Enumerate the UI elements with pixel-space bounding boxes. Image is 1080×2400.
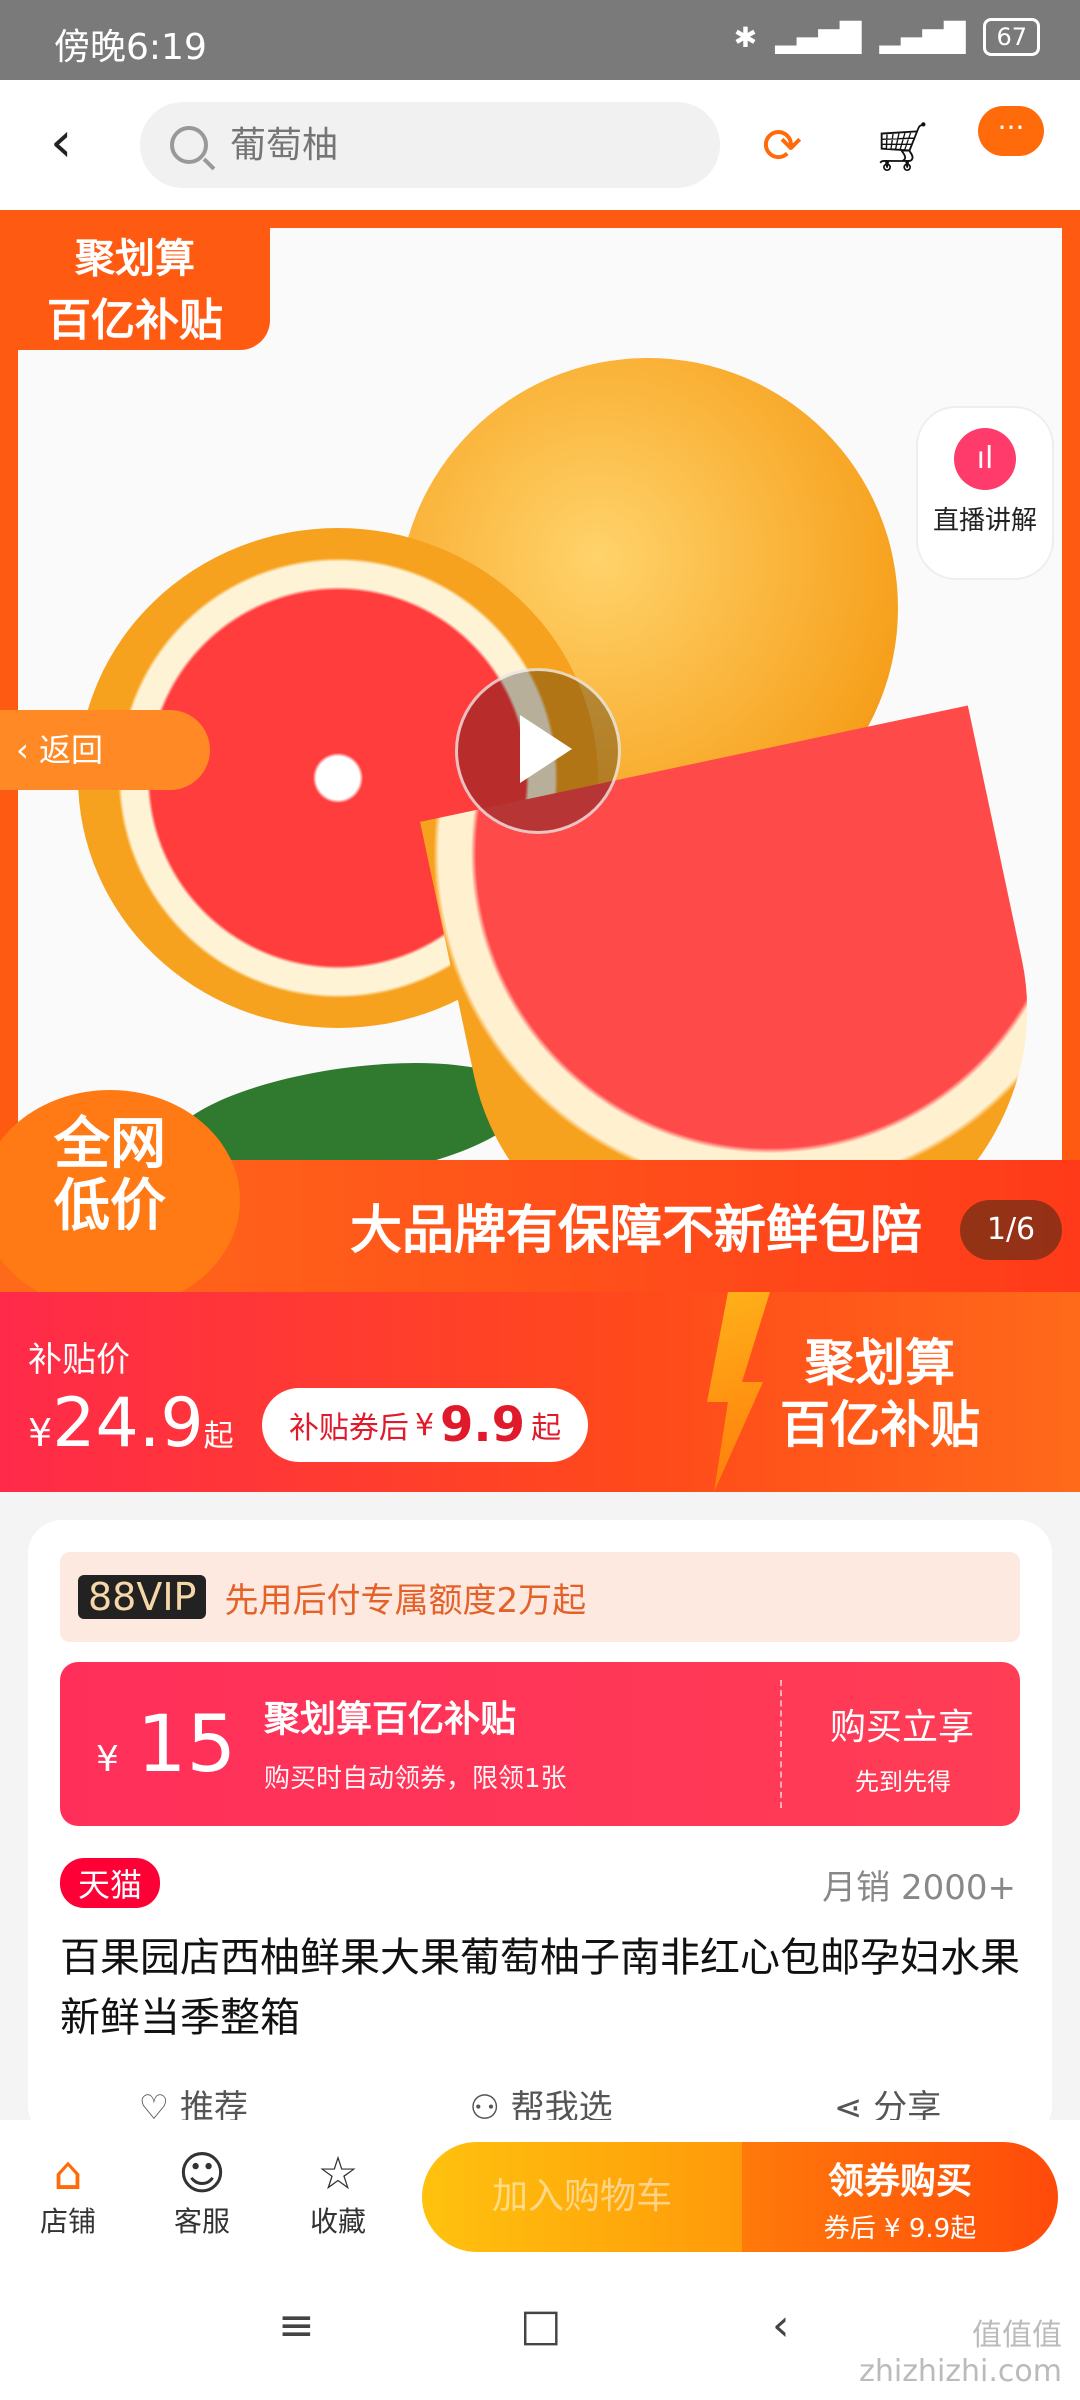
- status-time: 傍晚6:19: [54, 27, 207, 68]
- live-explain-button[interactable]: ıl 直播讲解: [916, 406, 1054, 580]
- subsidy-label: 补贴价: [28, 1340, 130, 1380]
- top-nav: ‹ ⟳ 🛒︎ ···: [0, 80, 1080, 210]
- cart-icon[interactable]: 🛒︎: [872, 118, 933, 175]
- price-value: 24.9: [52, 1384, 204, 1463]
- search-box[interactable]: [140, 102, 720, 188]
- play-video-icon[interactable]: [455, 668, 621, 834]
- return-label: 返回: [38, 731, 103, 769]
- buy-with-coupon-button[interactable]: 领券购买 券后 ¥ 9.9起: [742, 2142, 1058, 2252]
- coupon-title: 聚划算百亿补贴: [264, 1699, 517, 1740]
- shop-button[interactable]: ⌂ 店铺: [18, 2146, 118, 2240]
- subsidy-price: ¥24.9起: [28, 1384, 234, 1463]
- coupon-action-sub: 先到先得: [855, 1768, 951, 1796]
- lowprice-text: 全网 低价: [54, 1112, 166, 1239]
- signal-icon: ▂▄▆█: [775, 20, 862, 54]
- share-refresh-icon[interactable]: ⟳: [762, 118, 802, 174]
- shop-label: 店铺: [39, 2205, 96, 2238]
- coupon-action[interactable]: 购买立享: [830, 1698, 974, 1750]
- chat-icon: ☺: [178, 2146, 226, 2200]
- menu-icon[interactable]: ≡: [278, 2300, 315, 2351]
- live-label: 直播讲解: [932, 506, 1037, 536]
- juhuasuan-badge: 聚划算 百亿补贴: [0, 210, 270, 350]
- monthly-sales: 月销 2000+: [822, 1868, 1016, 1908]
- lightning-icon: [707, 1292, 770, 1492]
- brand-line1: 聚划算: [805, 1334, 955, 1392]
- signal-icon-2: ▂▄▆█: [879, 20, 966, 54]
- product-title: 百果园店西柚鲜果大果葡萄柚子南非红心包邮孕妇水果新鲜当季整箱: [60, 1935, 1020, 2041]
- watermark: 值值值 zhizhizhi.com: [859, 2318, 1062, 2389]
- favorite-label: 收藏: [309, 2205, 366, 2238]
- search-input[interactable]: [228, 123, 652, 167]
- buy-label: 领券购买: [827, 2161, 972, 2202]
- coupon-currency: ¥: [96, 1739, 119, 1780]
- after-coupon-price-pill: 补贴券后 ¥ 9.9 起: [262, 1388, 588, 1462]
- subsidy-price-band: 补贴价 ¥24.9起 补贴券后 ¥ 9.9 起 聚划算 百亿补贴: [0, 1292, 1080, 1492]
- pill-amount: 9.9: [440, 1397, 526, 1453]
- badge-line1: 聚划算: [75, 236, 195, 282]
- back-nav-icon[interactable]: ‹: [772, 2300, 790, 2351]
- home-icon[interactable]: □: [520, 2300, 562, 2351]
- product-gallery[interactable]: 聚划算 百亿补贴 ıl 直播讲解 ‹ 返回 全网 低价 大品牌有保障不新鲜包陪 …: [0, 210, 1080, 1292]
- coupon-desc: 购买时自动领券，限领1张: [264, 1764, 567, 1794]
- vip-text: 先用后付专属额度2万起: [224, 1580, 587, 1621]
- buy-sub-label: 券后 ¥ 9.9起: [823, 2214, 977, 2244]
- add-to-cart-button[interactable]: 加入购物车: [422, 2142, 742, 2252]
- status-bar: 傍晚6:19 ✱ ▂▄▆█ ▂▄▆█ 67: [0, 0, 1080, 80]
- product-info-card: 88VIP 先用后付专属额度2万起 ¥15 聚划算百亿补贴 购买时自动领券，限领…: [28, 1520, 1052, 2140]
- brand-line2: 百亿补贴: [780, 1396, 980, 1454]
- vip-tag: 88VIP: [78, 1575, 207, 1619]
- service-label: 客服: [173, 2205, 230, 2238]
- shop-icon: ⌂: [53, 2146, 83, 2200]
- badge-line2: 百亿补贴: [47, 295, 223, 346]
- status-icons: ✱ ▂▄▆█ ▂▄▆█ 67: [734, 18, 1040, 56]
- juhuasuan-logo: 聚划算 百亿补贴: [780, 1332, 980, 1456]
- price-qi: 起: [203, 1419, 234, 1454]
- battery-icon: 67: [983, 18, 1040, 56]
- live-icon: ıl: [954, 428, 1016, 490]
- gallery-counter: 1/6: [960, 1200, 1062, 1260]
- slogan-text: 大品牌有保障不新鲜包陪: [350, 1201, 923, 1261]
- pill-currency: ¥: [414, 1407, 435, 1443]
- star-icon: ☆: [317, 2146, 359, 2200]
- currency-symbol: ¥: [28, 1411, 53, 1455]
- subsidy-coupon[interactable]: ¥15 聚划算百亿补贴 购买时自动领券，限领1张 购买立享 先到先得: [60, 1662, 1020, 1826]
- service-button[interactable]: ☺ 客服: [152, 2146, 252, 2240]
- chevron-left-icon: ‹: [16, 731, 39, 769]
- search-icon: [170, 126, 208, 164]
- pill-prefix: 补贴券后: [288, 1411, 409, 1446]
- bottom-action-bar: ⌂ 店铺 ☺ 客服 ☆ 收藏 加入购物车 领券购买 券后 ¥ 9.9起: [0, 2120, 1080, 2270]
- bluetooth-icon: ✱: [733, 20, 758, 54]
- tmall-badge: 天猫: [60, 1858, 161, 1908]
- coupon-divider: [780, 1680, 782, 1808]
- return-button[interactable]: ‹ 返回: [0, 710, 210, 790]
- favorite-button[interactable]: ☆ 收藏: [288, 2146, 388, 2240]
- back-icon[interactable]: ‹: [50, 110, 72, 175]
- coupon-value: 15: [136, 1700, 237, 1790]
- vip-banner[interactable]: 88VIP 先用后付专属额度2万起: [60, 1552, 1020, 1642]
- coupon-amount: ¥15: [96, 1700, 236, 1790]
- more-icon[interactable]: ···: [978, 106, 1044, 156]
- pill-qi: 起: [531, 1411, 562, 1446]
